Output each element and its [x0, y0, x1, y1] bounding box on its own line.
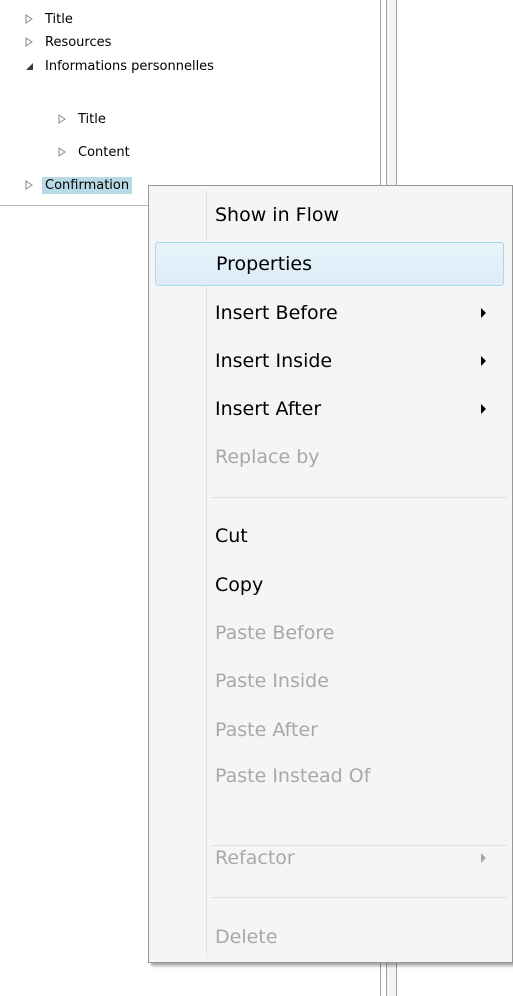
menu-item-insert-inside[interactable]: Insert Inside	[155, 339, 504, 383]
expand-arrow-icon[interactable]	[22, 37, 36, 47]
menu-item-label: Insert After	[215, 398, 322, 420]
tree-item-label: Content	[78, 144, 130, 160]
menu-item-label: Paste Instead Of	[215, 765, 371, 787]
menu-item-copy[interactable]: Copy	[155, 563, 504, 607]
expand-arrow-icon[interactable]	[22, 14, 36, 24]
menu-separator	[211, 897, 507, 898]
menu-item-label: Paste Before	[215, 622, 335, 644]
menu-item-label: Copy	[215, 574, 264, 596]
menu-item-label: Cut	[215, 525, 248, 547]
submenu-arrow-icon	[481, 853, 486, 863]
tree-item-label: Informations personnelles	[45, 58, 214, 74]
tree-item-label: Confirmation	[42, 176, 133, 194]
menu-item-replace-by: Replace by	[155, 435, 504, 479]
screen: Title Resources Informations personnelle…	[0, 0, 513, 996]
menu-item-label: Insert Before	[215, 302, 338, 324]
menu-item-cut[interactable]: Cut	[155, 514, 504, 558]
expand-arrow-icon[interactable]	[55, 114, 69, 124]
menu-item-paste-before: Paste Before	[155, 611, 504, 655]
tree-panel: Title Resources Informations personnelle…	[0, 0, 380, 206]
menu-item-label: Show in Flow	[215, 204, 340, 226]
menu-item-paste-after: Paste After	[155, 708, 504, 752]
menu-item-properties[interactable]: Properties	[155, 242, 504, 286]
menu-item-label: Delete	[215, 926, 278, 948]
menu-item-insert-after[interactable]: Insert After	[155, 387, 504, 431]
menu-separator	[211, 497, 507, 498]
collapse-arrow-icon[interactable]	[22, 62, 36, 71]
submenu-arrow-icon	[481, 356, 486, 366]
menu-item-paste-inside: Paste Inside	[155, 659, 504, 703]
menu-item-delete: Delete	[155, 915, 504, 959]
tree-item-label: Title	[45, 11, 73, 27]
context-menu: Show in Flow Properties Insert Before In…	[148, 185, 513, 963]
submenu-arrow-icon	[481, 404, 486, 414]
tree-item-label: Title	[78, 111, 106, 127]
tree-item-title[interactable]: Title	[22, 8, 76, 30]
tree-item-informations-personnelles[interactable]: Informations personnelles	[22, 55, 217, 77]
expand-arrow-icon[interactable]	[22, 180, 36, 190]
menu-item-label: Insert Inside	[215, 350, 333, 372]
menu-item-show-in-flow[interactable]: Show in Flow	[155, 193, 504, 237]
menu-item-refactor: Refactor	[155, 836, 504, 880]
tree-item-label: Resources	[45, 34, 112, 50]
tree-item-resources[interactable]: Resources	[22, 31, 114, 53]
menu-item-label: Replace by	[215, 446, 320, 468]
tree-item-confirmation[interactable]: Confirmation	[22, 174, 133, 196]
expand-arrow-icon[interactable]	[55, 147, 69, 157]
submenu-arrow-icon	[481, 308, 486, 318]
tree-item-content[interactable]: Content	[55, 141, 133, 163]
menu-item-paste-instead-of: Paste Instead Of	[155, 754, 504, 798]
menu-item-label: Refactor	[215, 847, 295, 869]
tree-item-title-child[interactable]: Title	[55, 108, 109, 130]
menu-item-label: Paste Inside	[215, 670, 329, 692]
menu-item-label: Paste After	[215, 719, 318, 741]
menu-item-label: Properties	[216, 253, 313, 275]
menu-item-insert-before[interactable]: Insert Before	[155, 291, 504, 335]
